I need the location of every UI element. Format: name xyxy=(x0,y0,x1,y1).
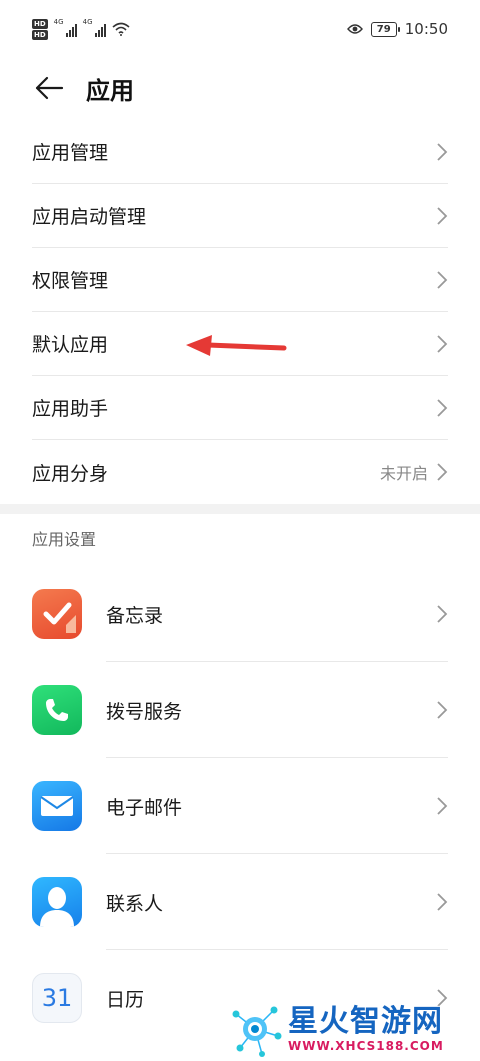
menu-item-app-assistant[interactable]: 应用助手 xyxy=(32,376,448,440)
app-item-dialer[interactable]: 拨号服务 xyxy=(32,662,448,758)
menu-item-label: 应用管理 xyxy=(32,142,109,164)
section-title: 应用设置 xyxy=(32,530,97,549)
menu-item-value: 未开启 xyxy=(379,464,428,483)
chevron-right-icon xyxy=(437,142,448,161)
section-divider xyxy=(0,504,480,514)
chevron-right-icon xyxy=(437,206,448,225)
menu-item-label: 默认应用 xyxy=(32,334,109,356)
chevron-right-icon xyxy=(437,398,448,417)
app-item-label: 拨号服务 xyxy=(106,700,183,723)
settings-menu: 应用管理 应用启动管理 权限管理 默认应用 应用助手 应用分身 未开启 xyxy=(32,120,448,504)
menu-item-app-launch[interactable]: 应用启动管理 xyxy=(32,184,448,248)
watermark-url: WWW.XHCS188.COM xyxy=(288,1038,444,1053)
app-item-contacts[interactable]: 联系人 xyxy=(32,854,448,950)
chevron-right-icon xyxy=(437,893,448,911)
app-item-memo[interactable]: 备忘录 xyxy=(32,566,448,662)
page-title: 应用 xyxy=(86,76,134,105)
app-settings-list: 备忘录 拨号服务 电子邮件 联系人 31 日历 xyxy=(32,566,448,1046)
battery-icon: 79 xyxy=(370,21,400,37)
contacts-icon xyxy=(32,877,82,927)
signal-icon-2: 4G xyxy=(82,18,106,37)
menu-item-label: 应用助手 xyxy=(32,398,109,420)
status-left: HD HD 4G 4G xyxy=(32,18,130,40)
chevron-right-icon xyxy=(437,463,448,481)
app-item-label: 联系人 xyxy=(106,892,164,915)
mail-icon xyxy=(32,781,82,831)
back-button[interactable] xyxy=(32,71,66,105)
chevron-right-icon xyxy=(437,334,448,353)
hd-indicators: HD HD xyxy=(32,18,48,40)
menu-item-app-twin[interactable]: 应用分身 未开启 xyxy=(32,440,448,504)
signal-icon-1: 4G xyxy=(53,18,77,37)
chevron-right-icon xyxy=(437,797,448,815)
app-item-email[interactable]: 电子邮件 xyxy=(32,758,448,854)
status-right: 79 10:50 xyxy=(346,20,448,38)
menu-item-label: 应用分身 xyxy=(32,462,109,485)
hd-badge-2: HD xyxy=(32,29,48,40)
status-bar: HD HD 4G 4G 79 10:50 xyxy=(0,0,480,58)
chevron-right-icon xyxy=(437,270,448,289)
menu-item-app-management[interactable]: 应用管理 xyxy=(32,120,448,184)
watermark: 星火智游网 WWW.XHCS188.COM xyxy=(226,996,480,1061)
calendar-icon: 31 xyxy=(32,973,82,1023)
network-type-1: 4G xyxy=(53,18,64,26)
app-header: 应用 xyxy=(0,58,480,118)
watermark-title: 星火智游网 xyxy=(288,1003,443,1039)
chevron-right-icon xyxy=(437,605,448,623)
menu-item-label: 应用启动管理 xyxy=(32,206,147,228)
wifi-icon xyxy=(112,22,130,36)
clock: 10:50 xyxy=(404,20,448,38)
menu-item-permissions[interactable]: 权限管理 xyxy=(32,248,448,312)
arrow-left-icon xyxy=(35,76,64,100)
menu-item-label: 权限管理 xyxy=(32,270,109,292)
app-item-label: 电子邮件 xyxy=(106,796,183,819)
memo-icon xyxy=(32,589,82,639)
annotation-arrow xyxy=(186,335,287,356)
calendar-icon-date: 31 xyxy=(41,984,73,1012)
network-type-2: 4G xyxy=(82,18,93,26)
watermark-logo-icon xyxy=(232,1006,282,1057)
hd-badge-1: HD xyxy=(32,18,48,29)
eye-comfort-icon xyxy=(346,24,363,34)
phone-icon xyxy=(32,685,82,735)
chevron-right-icon xyxy=(437,701,448,719)
app-item-label: 备忘录 xyxy=(106,604,164,627)
